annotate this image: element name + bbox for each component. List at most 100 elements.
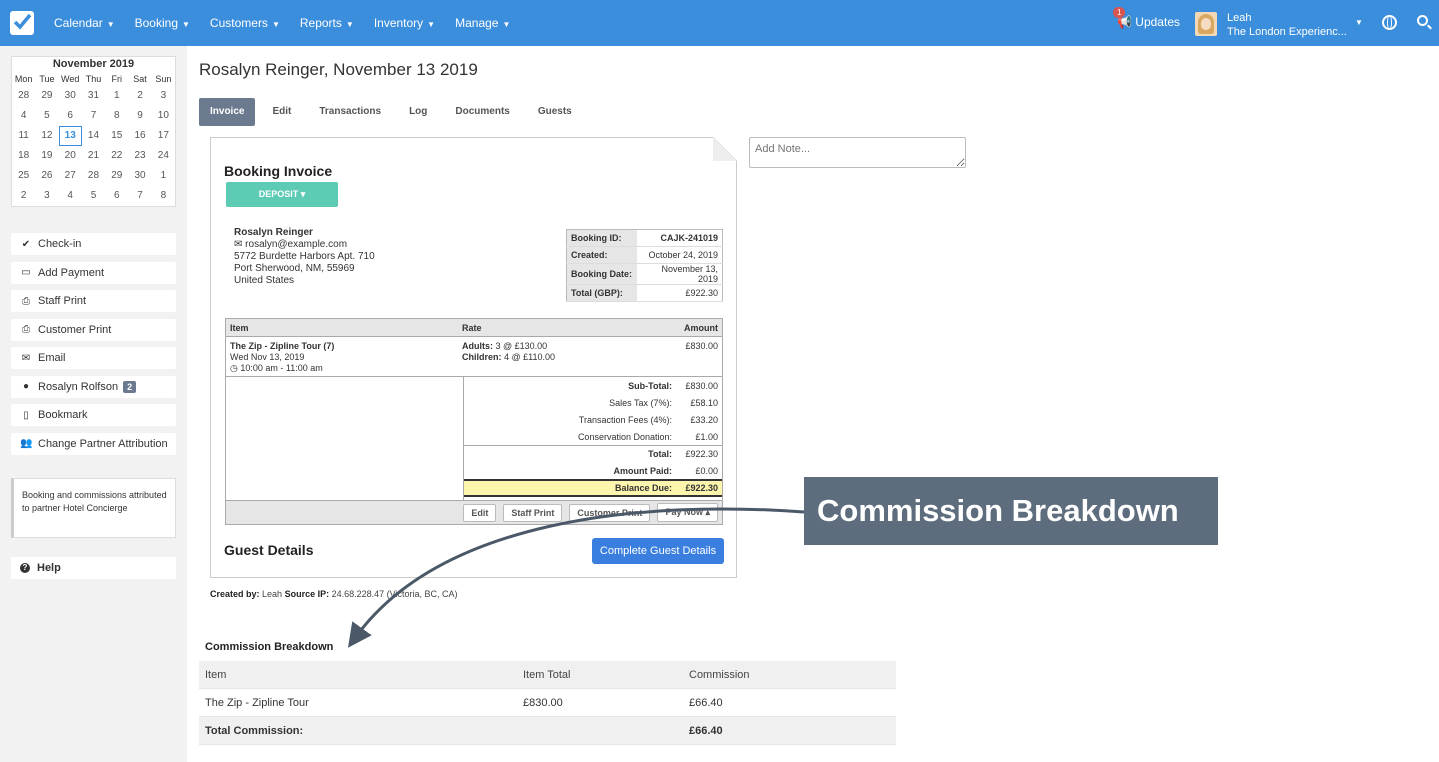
total-commission-label: Total Commission: xyxy=(205,724,304,737)
calendar-day[interactable]: 22 xyxy=(105,146,128,166)
calendar-day[interactable]: 16 xyxy=(128,126,151,146)
user-menu[interactable]: Leah The London Experienc... xyxy=(1227,11,1347,39)
calendar-day[interactable]: 10 xyxy=(152,106,175,126)
menu-inventory[interactable]: Inventory ▼ xyxy=(374,16,435,30)
page-corner xyxy=(713,137,737,161)
calendar-day[interactable]: 26 xyxy=(35,166,58,186)
deposit-dropdown[interactable]: DEPOSIT ▾ xyxy=(226,182,338,207)
calendar-day[interactable]: 3 xyxy=(35,186,58,206)
callout-label: Commission Breakdown xyxy=(804,477,1218,545)
pay-now-button[interactable]: Pay Now ▴ xyxy=(657,503,718,522)
commission-item: The Zip - Zipline Tour xyxy=(205,696,309,709)
calendar-day-today[interactable]: 13 xyxy=(58,126,82,146)
calendar-day[interactable]: 25 xyxy=(12,166,35,186)
calendar-day[interactable]: 29 xyxy=(35,86,58,106)
menu-calendar[interactable]: Calendar ▼ xyxy=(54,16,115,30)
calendar-day[interactable]: 27 xyxy=(59,166,82,186)
partner-attribution-note: Booking and commissions attributed to pa… xyxy=(11,478,176,538)
calendar-day[interactable]: 9 xyxy=(128,106,151,126)
calendar-day[interactable]: 31 xyxy=(82,86,105,106)
calendar-day[interactable]: 4 xyxy=(59,186,82,206)
children-label: Children: xyxy=(462,352,502,362)
tab-documents[interactable]: Documents xyxy=(444,98,520,126)
calendar-day[interactable]: 17 xyxy=(152,126,175,146)
customer-profile-button[interactable]: ● Rosalyn Rolfson 2 xyxy=(11,375,176,398)
edit-button[interactable]: Edit xyxy=(463,503,497,522)
calendar-day[interactable]: 6 xyxy=(105,186,128,206)
help-button[interactable]: ? Help xyxy=(11,557,176,579)
calendar-day[interactable]: 5 xyxy=(82,186,105,206)
email-button[interactable]: ✉ Email xyxy=(11,347,176,369)
staff-print-button[interactable]: Staff Print xyxy=(503,503,563,522)
calendar-day[interactable]: 8 xyxy=(105,106,128,126)
add-note-input[interactable] xyxy=(749,137,966,168)
calendar-day[interactable]: 28 xyxy=(82,166,105,186)
booking-count-badge: 2 xyxy=(123,380,137,393)
calendar-day[interactable]: 14 xyxy=(82,126,105,146)
menu-customers[interactable]: Customers ▼ xyxy=(210,16,280,30)
tab-guests[interactable]: Guests xyxy=(527,98,583,126)
tab-transactions[interactable]: Transactions xyxy=(308,98,392,126)
tab-log[interactable]: Log xyxy=(398,98,438,126)
calendar-day[interactable]: 28 xyxy=(12,86,35,106)
calendar-day[interactable]: 19 xyxy=(35,146,58,166)
credit-card-icon: ▭ xyxy=(21,267,31,278)
customer-print-button[interactable]: ⎙ Customer Print xyxy=(11,318,176,341)
globe-icon[interactable] xyxy=(1382,15,1397,30)
calendar-day[interactable]: 5 xyxy=(35,106,58,126)
calendar-day[interactable]: 7 xyxy=(128,186,151,206)
booking-actions: ✔ Check-in ▭ Add Payment ⎙ Staff Print ⎙ Cus… xyxy=(11,233,176,461)
customer-email[interactable]: rosalyn@example.com xyxy=(245,239,347,250)
change-partner-attribution-button[interactable]: 👥 Change Partner Attribution xyxy=(11,432,176,455)
search-icon[interactable] xyxy=(1417,15,1428,26)
calendar-day[interactable]: 15 xyxy=(105,126,128,146)
tab-edit[interactable]: Edit xyxy=(261,98,302,126)
calendar-day[interactable]: 11 xyxy=(12,126,35,146)
totals-section: Sub-Total: £830.00 Sales Tax (7%): £58.10 … xyxy=(226,377,722,500)
calendar-weekday: Sat xyxy=(133,74,147,84)
complete-guest-details-button[interactable]: Complete Guest Details xyxy=(592,538,724,564)
calendar-day[interactable]: 1 xyxy=(152,166,175,186)
calendar-day[interactable]: 21 xyxy=(82,146,105,166)
avatar[interactable] xyxy=(1195,12,1217,36)
guest-details-title: Guest Details xyxy=(224,542,314,558)
calendar-day[interactable]: 3 xyxy=(152,86,175,106)
calendar-day[interactable]: 4 xyxy=(12,106,35,126)
add-payment-button[interactable]: ▭ Add Payment xyxy=(11,261,176,284)
sales-tax-line: Sales Tax (7%): £58.10 xyxy=(609,397,718,408)
menu-reports[interactable]: Reports ▼ xyxy=(300,16,354,30)
menu-manage[interactable]: Manage ▼ xyxy=(455,16,510,30)
bookmark-button[interactable]: ▯ Bookmark xyxy=(11,404,176,426)
meta-key: Booking ID: xyxy=(566,229,637,247)
chevron-down-icon[interactable]: ▼ xyxy=(1355,18,1363,27)
commission-item-total: £830.00 xyxy=(523,696,563,709)
subtotal-line: Sub-Total: £830.00 xyxy=(628,380,718,391)
calendar-day[interactable]: 6 xyxy=(59,106,82,126)
staff-print-button[interactable]: ⎙ Staff Print xyxy=(11,290,176,312)
calendar-day[interactable]: 29 xyxy=(105,166,128,186)
calendar-weekday: Fri xyxy=(111,74,123,84)
calendar-day[interactable]: 30 xyxy=(59,86,82,106)
calendar-day[interactable]: 24 xyxy=(152,146,175,166)
calendar-day[interactable]: 20 xyxy=(59,146,82,166)
calendar-day[interactable]: 2 xyxy=(12,186,35,206)
calendar-day[interactable]: 2 xyxy=(128,86,151,106)
total-commission-value: £66.40 xyxy=(689,724,723,737)
calendar-day[interactable]: 1 xyxy=(105,86,128,106)
calendar-day[interactable]: 7 xyxy=(82,106,105,126)
menu-booking[interactable]: Booking ▼ xyxy=(135,16,190,30)
calendar-day[interactable]: 18 xyxy=(12,146,35,166)
updates-button[interactable]: 1 📢 Updates xyxy=(1113,7,1180,29)
question-icon: ? xyxy=(20,563,30,573)
customer-print-button[interactable]: Customer Print xyxy=(569,503,651,522)
checkmark-logo-icon[interactable] xyxy=(10,11,34,35)
calendar-day[interactable]: 12 xyxy=(35,126,58,146)
calendar-day[interactable]: 30 xyxy=(128,166,151,186)
calendar-day[interactable]: 23 xyxy=(128,146,151,166)
tab-invoice[interactable]: Invoice xyxy=(199,98,256,126)
bookmark-icon: ▯ xyxy=(23,409,29,421)
check-in-button[interactable]: ✔ Check-in xyxy=(11,233,176,255)
totals-spacer xyxy=(226,377,464,500)
calendar-day[interactable]: 8 xyxy=(152,186,175,206)
calendar-grid: Mon Tue Wed Thu Fri Sat Sun 28 29 30 31 1 2 3 4 5 6 7 8 9 10… xyxy=(12,72,175,206)
